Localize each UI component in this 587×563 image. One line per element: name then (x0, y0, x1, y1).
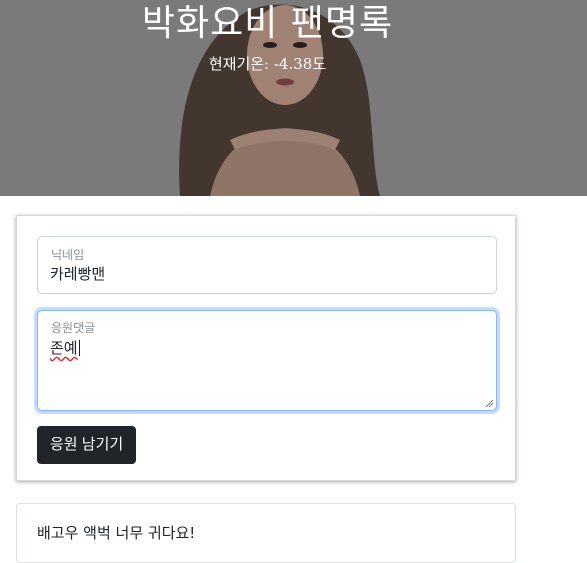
header-banner: 박화요비 팬명록 현재기온: -4.38도 (0, 0, 587, 196)
comment-textarea-value[interactable]: 존예 (50, 337, 80, 358)
nickname-field[interactable]: 닉네임 카레빵맨 (37, 236, 497, 294)
comment-text: 존예 (50, 339, 78, 357)
post-form-card: 닉네임 카레빵맨 응원댓글 존예 응원 남기기 (16, 215, 516, 481)
temperature-text: 현재기온: -4.38도 (208, 55, 327, 73)
comment-label: 응원댓글 (51, 321, 96, 335)
nickname-label: 닉네임 (51, 248, 85, 262)
submit-button[interactable]: 응원 남기기 (37, 426, 137, 464)
page-title: 박화요비 팬명록 (141, 3, 394, 44)
comment-card: 배고우 액벅 너무 귀다요! (16, 503, 516, 563)
text-caret (78, 340, 80, 356)
comment-field[interactable]: 응원댓글 존예 (37, 310, 497, 411)
comment-card-text: 배고우 액벅 너무 귀다요! (37, 524, 196, 542)
resize-handle-icon[interactable] (484, 398, 493, 407)
nickname-input[interactable]: 카레빵맨 (50, 263, 105, 284)
